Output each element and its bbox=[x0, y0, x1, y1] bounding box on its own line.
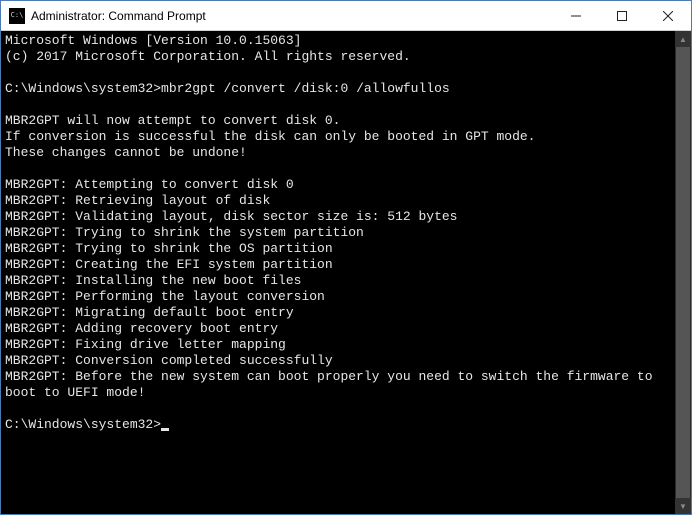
console-line: MBR2GPT: Performing the layout conversio… bbox=[5, 289, 675, 305]
console-prompt-line: C:\Windows\system32> bbox=[5, 417, 675, 433]
scrollbar-thumb[interactable] bbox=[676, 47, 690, 498]
console-line: MBR2GPT: Trying to shrink the OS partiti… bbox=[5, 241, 675, 257]
console-line: These changes cannot be undone! bbox=[5, 145, 675, 161]
typed-command: mbr2gpt /convert /disk:0 /allowfullos bbox=[161, 81, 450, 96]
titlebar[interactable]: C:\ Administrator: Command Prompt bbox=[1, 1, 691, 31]
prompt: C:\Windows\system32> bbox=[5, 417, 161, 432]
console-blank bbox=[5, 65, 675, 81]
app-icon: C:\ bbox=[9, 8, 25, 24]
console-line: MBR2GPT: Trying to shrink the system par… bbox=[5, 225, 675, 241]
console-line: MBR2GPT: Before the new system can boot … bbox=[5, 369, 675, 401]
command-prompt-window: C:\ Administrator: Command Prompt Micros… bbox=[0, 0, 692, 515]
console-line: MBR2GPT: Creating the EFI system partiti… bbox=[5, 257, 675, 273]
console-line: (c) 2017 Microsoft Corporation. All righ… bbox=[5, 49, 675, 65]
minimize-button[interactable] bbox=[553, 1, 599, 30]
scrollbar-up-arrow-icon[interactable]: ▲ bbox=[675, 31, 691, 47]
console-line: Microsoft Windows [Version 10.0.15063] bbox=[5, 33, 675, 49]
app-icon-glyph: C:\ bbox=[11, 12, 24, 19]
window-controls bbox=[553, 1, 691, 30]
console-blank bbox=[5, 401, 675, 417]
console-line: MBR2GPT: Validating layout, disk sector … bbox=[5, 209, 675, 225]
console-line: If conversion is successful the disk can… bbox=[5, 129, 675, 145]
close-icon bbox=[663, 11, 673, 21]
minimize-icon bbox=[571, 11, 581, 21]
console-line: MBR2GPT: Retrieving layout of disk bbox=[5, 193, 675, 209]
prompt: C:\Windows\system32> bbox=[5, 81, 161, 96]
console-line: MBR2GPT: Attempting to convert disk 0 bbox=[5, 177, 675, 193]
console-prompt-line: C:\Windows\system32>mbr2gpt /convert /di… bbox=[5, 81, 675, 97]
console-area: Microsoft Windows [Version 10.0.15063](c… bbox=[1, 31, 691, 514]
console-blank bbox=[5, 161, 675, 177]
console-line: MBR2GPT: Adding recovery boot entry bbox=[5, 321, 675, 337]
window-title: Administrator: Command Prompt bbox=[31, 9, 553, 23]
console-line: MBR2GPT: Migrating default boot entry bbox=[5, 305, 675, 321]
cursor bbox=[161, 428, 169, 431]
console-blank bbox=[5, 97, 675, 113]
close-button[interactable] bbox=[645, 1, 691, 30]
console-line: MBR2GPT: Conversion completed successful… bbox=[5, 353, 675, 369]
maximize-icon bbox=[617, 11, 627, 21]
console-output[interactable]: Microsoft Windows [Version 10.0.15063](c… bbox=[1, 31, 675, 514]
scrollbar-down-arrow-icon[interactable]: ▼ bbox=[675, 498, 691, 514]
console-line: MBR2GPT will now attempt to convert disk… bbox=[5, 113, 675, 129]
console-line: MBR2GPT: Installing the new boot files bbox=[5, 273, 675, 289]
vertical-scrollbar[interactable]: ▲ ▼ bbox=[675, 31, 691, 514]
console-line: MBR2GPT: Fixing drive letter mapping bbox=[5, 337, 675, 353]
maximize-button[interactable] bbox=[599, 1, 645, 30]
scrollbar-track[interactable] bbox=[675, 47, 691, 498]
